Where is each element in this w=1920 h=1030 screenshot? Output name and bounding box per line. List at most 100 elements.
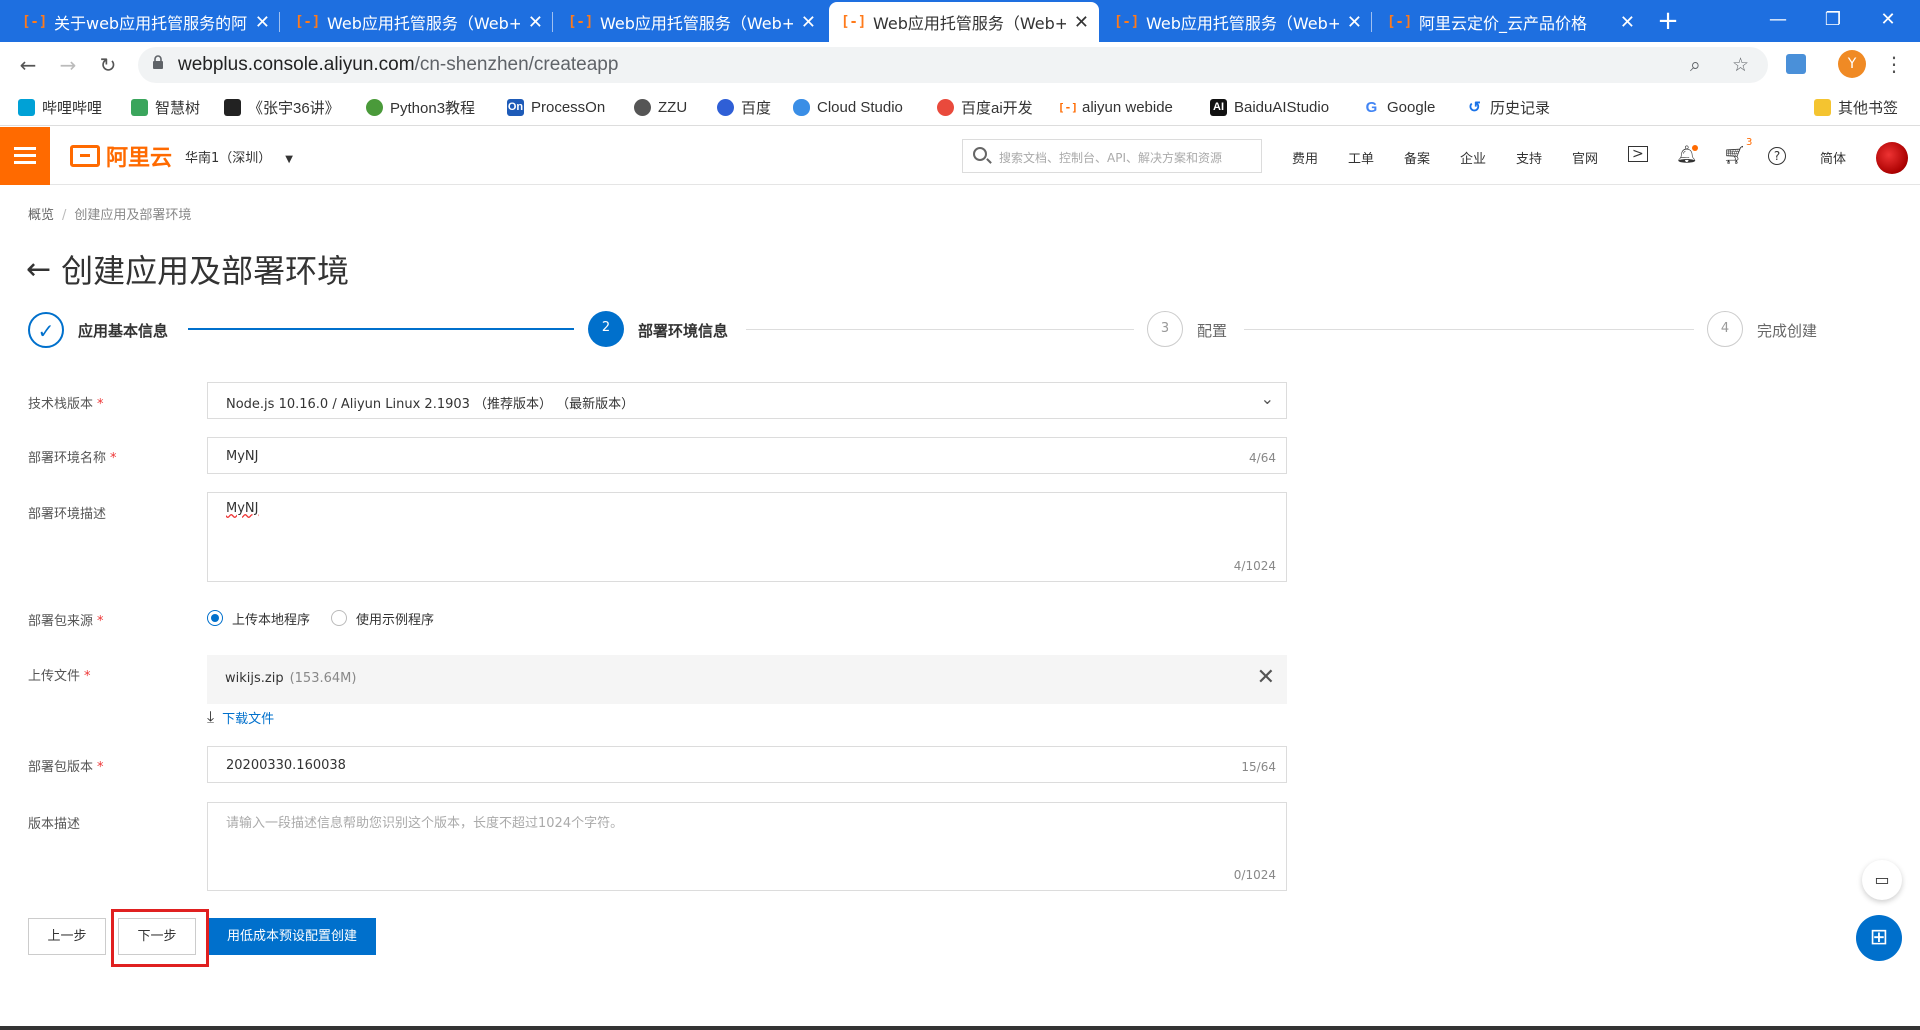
user-avatar[interactable] <box>1876 142 1908 174</box>
env-name-input[interactable]: MyNJ 4/64 <box>207 437 1287 474</box>
pkg-version-input[interactable]: 20200330.160038 15/64 <box>207 746 1287 783</box>
forward-icon[interactable]: → <box>54 51 82 79</box>
tab-close-icon[interactable]: ✕ <box>255 12 270 33</box>
menu-kebab-icon[interactable]: ⋮ <box>1884 52 1904 76</box>
console-search-input[interactable]: 搜索文档、控制台、API、解决方案和资源 <box>962 139 1262 173</box>
lock-icon <box>153 55 163 69</box>
browser-tab[interactable]: [-] Web应用托管服务（Web+） ✕ <box>556 2 826 42</box>
bookmark-item[interactable]: G Google <box>1363 96 1435 118</box>
tab-label: Web应用托管服务（Web+） <box>1146 14 1339 33</box>
step-2-label: 部署环境信息 <box>638 322 729 340</box>
nav-link-support[interactable]: 支持 <box>1516 148 1542 167</box>
python-icon <box>366 98 383 116</box>
version-desc-textarea[interactable]: 请输入一段描述信息帮助您识别这个版本，长度不超过1024个字符。 0/1024 <box>207 802 1287 891</box>
tab-close-icon[interactable]: ✕ <box>1620 12 1635 33</box>
browser-tab[interactable]: [-] 关于web应用托管服务的阿里 ✕ <box>10 2 280 42</box>
aliyun-tab-icon: [-] <box>841 14 867 30</box>
bookmark-item[interactable]: 《张宇36讲》 <box>224 96 340 118</box>
bottom-border <box>0 1026 1920 1030</box>
browser-tab-bar: [-] 关于web应用托管服务的阿里 ✕ [-] Web应用托管服务（Web+）… <box>0 0 1920 42</box>
url-bar[interactable]: webplus.console.aliyun.com/cn-shenzhen/c… <box>138 47 1768 83</box>
region-selector[interactable]: 华南1（深圳） ▼ <box>185 147 293 166</box>
file-name: wikijs.zip <box>225 671 284 686</box>
page-title: ← 创建应用及部署环境 <box>26 251 350 291</box>
uploaded-file-item: wikijs.zip (153.64M) ✕ <box>207 655 1287 704</box>
video-icon <box>224 98 241 116</box>
remove-file-icon[interactable]: ✕ <box>1257 665 1275 690</box>
nav-link-fees[interactable]: 费用 <box>1292 148 1318 167</box>
url-host: webplus.console.aliyun.com <box>178 54 415 75</box>
bookmark-star-icon[interactable]: ☆ <box>1732 54 1749 76</box>
back-icon[interactable]: ← <box>14 51 42 79</box>
cart-badge: 3 <box>1746 137 1753 148</box>
tab-close-icon[interactable]: ✕ <box>1347 12 1362 33</box>
language-switch[interactable]: 简体 <box>1820 148 1846 167</box>
bookmark-item[interactable]: 哔哩哔哩 <box>18 96 102 118</box>
tab-label: Web应用托管服务（Web+） <box>327 14 520 33</box>
aliyun-logo[interactable]: 阿里云 <box>70 143 172 171</box>
extension-icon[interactable] <box>1786 54 1806 74</box>
pkg-source-label: 部署包来源 * <box>28 614 104 629</box>
other-bookmarks[interactable]: 其他书签 <box>1814 96 1898 118</box>
profile-avatar[interactable]: Y <box>1838 50 1866 78</box>
browser-tab[interactable]: [-] 阿里云定价_云产品价格 ✕ <box>1375 2 1645 42</box>
low-cost-create-button[interactable]: 用低成本预设配置创建 <box>208 918 376 955</box>
zoom-icon[interactable]: ⌕ <box>1690 54 1701 76</box>
bookmark-item[interactable]: [-] aliyun webide <box>1058 96 1173 118</box>
restore-icon[interactable]: ❐ <box>1810 0 1856 40</box>
reload-icon[interactable]: ↻ <box>94 51 122 79</box>
browser-tab-active[interactable]: [-] Web应用托管服务（Web+） ✕ <box>829 2 1099 42</box>
breadcrumb-overview[interactable]: 概览 <box>28 208 54 223</box>
radio-use-sample[interactable] <box>331 610 347 626</box>
bookmark-item[interactable]: On ProcessOn <box>507 96 605 118</box>
bookmark-item[interactable]: AI BaiduAIStudio <box>1210 96 1329 118</box>
tab-label: Web应用托管服务（Web+） <box>600 14 793 33</box>
tab-close-icon[interactable]: ✕ <box>1074 12 1089 33</box>
minimize-icon[interactable]: — <box>1755 0 1801 40</box>
chat-feedback-icon[interactable]: ▭ <box>1862 860 1902 900</box>
tab-close-icon[interactable]: ✕ <box>528 12 543 33</box>
apps-grid-icon[interactable]: ⊞ <box>1856 915 1902 961</box>
aliyun-tab-icon: [-] <box>22 14 48 30</box>
bookmark-item[interactable]: 百度 <box>717 96 771 118</box>
bookmark-item[interactable]: Python3教程 <box>366 96 475 118</box>
window-close-icon[interactable]: ✕ <box>1865 0 1911 40</box>
nav-link-official[interactable]: 官网 <box>1572 148 1598 167</box>
new-tab-button[interactable]: + <box>1652 6 1684 38</box>
url-text[interactable]: webplus.console.aliyun.com/cn-shenzhen/c… <box>178 54 618 76</box>
help-icon[interactable]: ? <box>1768 147 1786 165</box>
globe-icon <box>634 98 651 116</box>
aliyun-logo-icon <box>70 145 100 167</box>
step-4-indicator: 4 <box>1707 311 1743 347</box>
env-desc-textarea[interactable]: MyNJ 4/1024 <box>207 492 1287 582</box>
back-arrow-icon[interactable]: ← <box>26 252 51 287</box>
env-name-label: 部署环境名称 * <box>28 451 117 466</box>
nav-link-tickets[interactable]: 工单 <box>1348 148 1374 167</box>
terminal-icon[interactable]: > <box>1628 146 1648 162</box>
bookmark-item[interactable]: ↺ 历史记录 <box>1466 96 1550 118</box>
browser-tab[interactable]: [-] Web应用托管服务（Web+） ✕ <box>1102 2 1372 42</box>
prev-step-button[interactable]: 上一步 <box>28 918 106 955</box>
console-header: 阿里云 华南1（深圳） ▼ 搜索文档、控制台、API、解决方案和资源 费用 工单 … <box>0 127 1920 185</box>
bookmark-item[interactable]: 百度ai开发 <box>937 96 1033 118</box>
bookmark-item[interactable]: ZZU <box>634 96 687 118</box>
nav-link-icp[interactable]: 备案 <box>1404 148 1430 167</box>
step-connector <box>1244 329 1694 330</box>
version-desc-label: 版本描述 <box>28 817 81 832</box>
char-counter: 0/1024 <box>1233 868 1276 882</box>
stack-version-select[interactable]: Node.js 10.16.0 / Aliyun Linux 2.1903 （推… <box>207 382 1287 419</box>
browser-tab[interactable]: [-] Web应用托管服务（Web+） ✕ <box>283 2 553 42</box>
hamburger-menu-icon[interactable] <box>0 127 50 185</box>
radio-upload-local-label[interactable]: 上传本地程序 <box>232 609 310 628</box>
file-size: (153.64M) <box>289 671 357 686</box>
bookmark-item[interactable]: Cloud Studio <box>793 96 903 118</box>
tab-close-icon[interactable]: ✕ <box>801 12 816 33</box>
cart-icon[interactable]: 🛒︎ <box>1723 145 1746 166</box>
bookmark-item[interactable]: 智慧树 <box>131 96 200 118</box>
download-file-link[interactable]: ⤓ 下载文件 <box>207 707 274 727</box>
nav-link-enterprise[interactable]: 企业 <box>1460 148 1486 167</box>
search-icon <box>973 147 987 161</box>
radio-upload-local[interactable] <box>207 610 223 626</box>
radio-use-sample-label[interactable]: 使用示例程序 <box>356 609 434 628</box>
step-1-check-icon: ✓ <box>28 312 64 348</box>
